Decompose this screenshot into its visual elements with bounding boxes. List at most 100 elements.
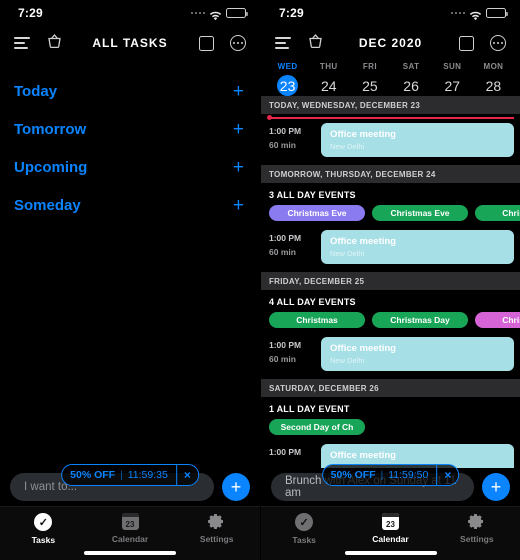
- nav-bar: DEC 2020: [261, 26, 520, 60]
- day-cell-26[interactable]: SAT 26: [391, 62, 432, 96]
- add-task-button[interactable]: +: [233, 158, 244, 177]
- status-time: 7:29: [18, 6, 43, 20]
- day-cell-25[interactable]: FRI 25: [349, 62, 390, 96]
- add-button[interactable]: +: [222, 473, 250, 501]
- status-bar: 7:29: [0, 0, 260, 26]
- all-day-chip[interactable]: Christmas Day: [372, 312, 468, 328]
- nav-bar: ALL TASKS: [0, 26, 260, 60]
- day-of-week: SUN: [443, 62, 462, 71]
- status-indicators: [450, 8, 508, 21]
- gear-icon: [208, 513, 225, 530]
- all-day-chip[interactable]: Christmas: [475, 205, 520, 221]
- basket-icon[interactable]: [307, 33, 324, 54]
- all-day-chip[interactable]: Christmas: [475, 312, 520, 328]
- wifi-icon: [209, 8, 222, 21]
- event-duration: 60 min: [269, 354, 296, 364]
- all-day-chips: Christmas Christmas Day Christmas: [261, 312, 520, 335]
- add-task-button[interactable]: +: [233, 82, 244, 101]
- promo-timer: 11:59:35: [127, 469, 168, 481]
- section-header: FRIDAY, DECEMBER 25: [261, 272, 520, 290]
- current-time-line: [261, 114, 520, 121]
- day-number: 25: [362, 77, 378, 94]
- signal-icon: [190, 11, 205, 15]
- calendar-icon: 23: [381, 513, 399, 530]
- tab-label: Calendar: [111, 534, 149, 544]
- all-day-count: 1 ALL DAY EVENT: [269, 404, 350, 414]
- event-block[interactable]: Office meeting New Delhi: [321, 230, 514, 264]
- promo-timer: 11:59:50: [388, 469, 429, 481]
- tab-settings[interactable]: Settings: [434, 513, 520, 544]
- tab-calendar[interactable]: 23 Calendar: [347, 513, 433, 544]
- event-block[interactable]: Office meeting New Delhi: [321, 337, 514, 371]
- basket-icon[interactable]: [46, 33, 63, 54]
- event-row[interactable]: 1:00 PM 60 min Office meeting New Delhi: [261, 228, 520, 272]
- sidebar-item-today[interactable]: Today +: [14, 72, 244, 110]
- more-circle-icon[interactable]: [230, 35, 246, 51]
- sidebar-item-tomorrow[interactable]: Tomorrow +: [14, 110, 244, 148]
- nav-left-group: [275, 33, 324, 54]
- promo-banner[interactable]: 50% OFF | 11:59:35 ×: [61, 464, 199, 486]
- day-number: 23: [277, 75, 299, 96]
- sidebar-item-someday[interactable]: Someday +: [14, 186, 244, 224]
- tab-tasks[interactable]: ✓ Tasks: [0, 513, 87, 545]
- event-duration: 60 min: [269, 247, 296, 257]
- tab-label: Calendar: [372, 534, 409, 544]
- agenda-section: FRIDAY, DECEMBER 25 4 ALL DAY EVENTS Chr…: [261, 272, 520, 379]
- promo-content: 50% OFF | 11:59:35: [62, 465, 176, 485]
- tab-label: Tasks: [292, 535, 316, 545]
- day-cell-27[interactable]: SUN 27: [432, 62, 473, 96]
- day-cell-28[interactable]: MON 28: [473, 62, 514, 96]
- add-task-button[interactable]: +: [233, 120, 244, 139]
- event-start: 1:00 PM: [269, 447, 302, 457]
- all-day-chip[interactable]: Second Day of Ch: [269, 419, 365, 435]
- all-day-count: 3 ALL DAY EVENTS: [269, 190, 356, 200]
- tab-label: Tasks: [31, 535, 56, 545]
- add-button[interactable]: +: [482, 473, 510, 501]
- day-cell-24[interactable]: THU 24: [308, 62, 349, 96]
- event-block[interactable]: Office meeting New Delhi: [321, 123, 514, 157]
- event-title: Office meeting: [330, 129, 396, 140]
- event-title: Office meeting: [330, 450, 396, 461]
- agenda-list[interactable]: TODAY, WEDNESDAY, DECEMBER 23 1:00 PM 60…: [261, 96, 520, 506]
- day-cell-23[interactable]: WED 23: [267, 62, 308, 96]
- square-icon[interactable]: [199, 35, 214, 51]
- status-indicators: [190, 8, 248, 21]
- event-title: Office meeting: [330, 236, 396, 247]
- all-day-chip[interactable]: Christmas: [269, 312, 365, 328]
- event-row[interactable]: 1:00 PM 60 min Office meeting New Delhi: [261, 121, 520, 165]
- tab-calendar[interactable]: 23 Calendar: [87, 513, 174, 544]
- tab-bar: ✓ Tasks 23 Calendar Settings: [0, 506, 260, 560]
- promo-banner[interactable]: 50% OFF | 11:59:50 ×: [321, 464, 460, 486]
- promo-divider: |: [120, 469, 123, 481]
- hamburger-icon[interactable]: [275, 37, 291, 49]
- section-header: TOMORROW, THURSDAY, DECEMBER 24: [261, 165, 520, 183]
- event-location: New Delhi: [330, 142, 365, 151]
- day-of-week: SAT: [402, 62, 420, 71]
- promo-content: 50% OFF | 11:59:50: [323, 465, 437, 485]
- tasks-screen: 7:29 ALL TASKS Today + Tomorrow + Upcomi…: [0, 0, 260, 560]
- calendar-screen: 7:29 DEC 2020 WED 23 THU 24 FRI 25 SAT 2…: [260, 0, 520, 560]
- section-header: TODAY, WEDNESDAY, DECEMBER 23: [261, 96, 520, 114]
- event-row[interactable]: 1:00 PM 60 min Office meeting New Delhi: [261, 335, 520, 379]
- event-title: Office meeting: [330, 343, 396, 354]
- close-icon[interactable]: ×: [436, 465, 458, 485]
- hamburger-icon[interactable]: [14, 37, 30, 49]
- all-day-chip[interactable]: Christmas Eve: [269, 205, 365, 221]
- agenda-section: TODAY, WEDNESDAY, DECEMBER 23 1:00 PM 60…: [261, 96, 520, 165]
- sidebar-item-upcoming[interactable]: Upcoming +: [14, 148, 244, 186]
- square-icon[interactable]: [459, 35, 474, 51]
- more-circle-icon[interactable]: [490, 35, 506, 51]
- add-task-button[interactable]: +: [233, 196, 244, 215]
- wifi-icon: [469, 8, 482, 21]
- calendar-icon: 23: [121, 513, 139, 530]
- day-of-week: FRI: [362, 62, 377, 71]
- gear-icon: [468, 513, 485, 530]
- screenshot-root: 7:29 ALL TASKS Today + Tomorrow + Upcomi…: [0, 0, 520, 560]
- tab-label: Settings: [199, 534, 234, 544]
- all-day-chip[interactable]: Christmas Eve: [372, 205, 468, 221]
- tab-bar: ✓ Tasks 23 Calendar Settings: [261, 506, 520, 560]
- tab-settings[interactable]: Settings: [173, 513, 260, 544]
- close-icon[interactable]: ×: [175, 465, 198, 485]
- tab-tasks[interactable]: ✓ Tasks: [261, 513, 347, 545]
- nav-right-group: [459, 35, 506, 51]
